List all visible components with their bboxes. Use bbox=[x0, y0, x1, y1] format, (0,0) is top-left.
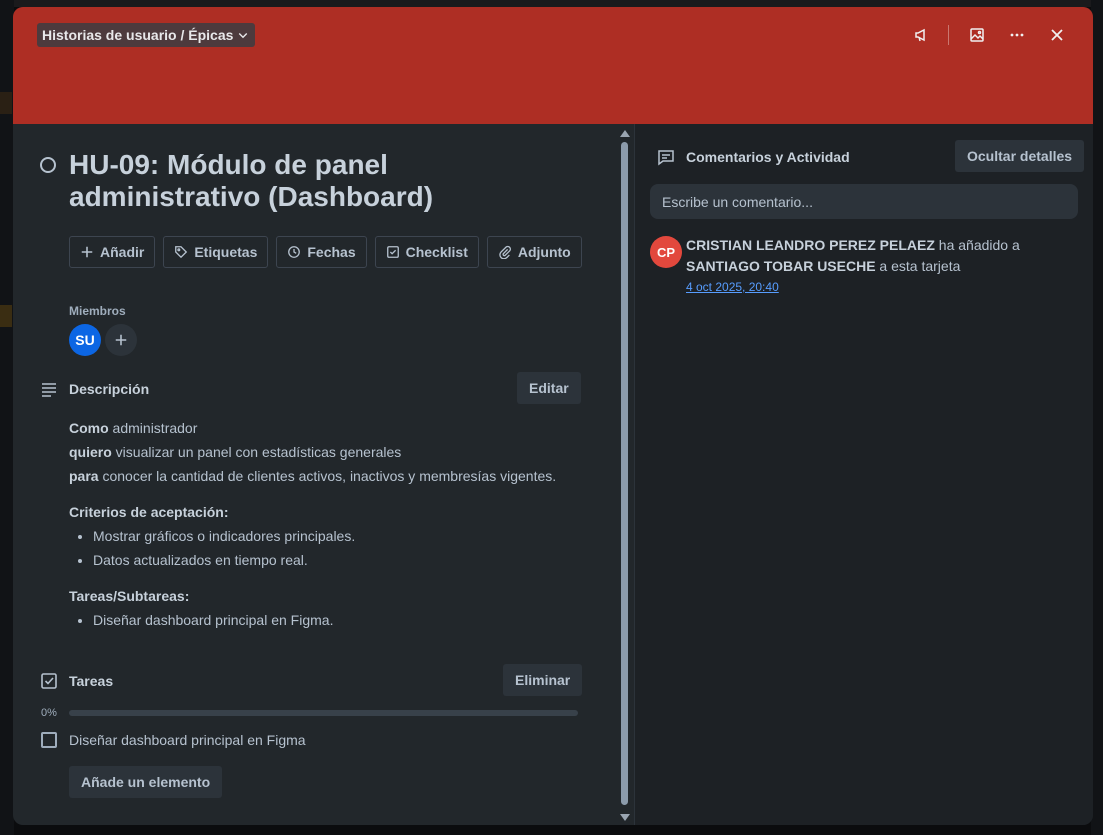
add-button[interactable]: Añadir bbox=[69, 236, 156, 268]
comment-icon bbox=[658, 150, 674, 166]
board-background-left bbox=[0, 0, 14, 835]
ellipsis-icon bbox=[1010, 33, 1024, 37]
card-action-row: Añadir Etiquetas Fechas Checklist Adjunt… bbox=[69, 236, 582, 268]
plus-icon bbox=[115, 334, 127, 346]
activity-target[interactable]: SANTIAGO TOBAR USECHE bbox=[686, 258, 876, 274]
desc-text: conocer la cantidad de clientes activos,… bbox=[98, 468, 557, 484]
board-chip bbox=[0, 305, 12, 327]
checkbox-icon bbox=[386, 246, 399, 258]
activity-pane bbox=[634, 124, 1093, 825]
cover-actions bbox=[900, 23, 1075, 47]
checklist-button[interactable]: Checklist bbox=[374, 236, 479, 268]
criteria-list: Mostrar gráficos o indicadores principal… bbox=[93, 524, 589, 572]
tag-icon bbox=[175, 246, 188, 259]
activity-actor[interactable]: CRISTIAN LEANDRO PEREZ PELAEZ bbox=[686, 237, 935, 253]
activity-title: Comentarios y Actividad bbox=[686, 149, 850, 165]
clock-icon bbox=[288, 246, 301, 258]
image-icon bbox=[970, 28, 984, 42]
description-title: Descripción bbox=[69, 381, 150, 397]
checklist-icon bbox=[41, 673, 57, 689]
desc-text: administrador bbox=[108, 420, 198, 436]
add-member-button[interactable] bbox=[105, 324, 137, 356]
attachment-button[interactable]: Adjunto bbox=[486, 236, 582, 268]
tasks-list: Diseñar dashboard principal en Figma. bbox=[93, 608, 589, 632]
desc-bold: para bbox=[69, 468, 99, 484]
scroll-down-icon[interactable] bbox=[620, 814, 630, 821]
criteria-title: Criterios de aceptación: bbox=[69, 504, 229, 520]
description-body[interactable]: Como administrador quiero visualizar un … bbox=[69, 416, 589, 644]
activity-suffix: a esta tarjeta bbox=[875, 258, 961, 274]
board-background-top bbox=[0, 0, 1103, 7]
activity-timestamp-link[interactable]: 4 oct 2025, 20:40 bbox=[686, 280, 779, 294]
members-label: Miembros bbox=[69, 304, 126, 318]
cover-button[interactable] bbox=[959, 23, 995, 47]
list-item: Datos actualizados en tiempo real. bbox=[93, 548, 589, 572]
checklist-progress-label: 0% bbox=[41, 707, 57, 719]
dates-button-label: Fechas bbox=[307, 244, 356, 260]
plus-icon bbox=[81, 246, 93, 258]
dates-button[interactable]: Fechas bbox=[276, 236, 367, 268]
avatar[interactable]: SU bbox=[69, 324, 101, 356]
scrollbar-thumb[interactable] bbox=[621, 142, 628, 805]
complete-toggle[interactable] bbox=[40, 157, 56, 173]
list-item: Mostrar gráficos o indicadores principal… bbox=[93, 524, 589, 548]
labels-button-label: Etiquetas bbox=[194, 244, 258, 260]
add-checklist-item-button[interactable]: Añade un elemento bbox=[69, 766, 223, 798]
list-item: Diseñar dashboard principal en Figma. bbox=[93, 608, 589, 632]
description-icon bbox=[42, 383, 56, 397]
checklist-item-label[interactable]: Diseñar dashboard principal en Figma bbox=[69, 732, 306, 748]
chevron-down-icon bbox=[239, 33, 248, 39]
activity-verb: ha añadido a bbox=[934, 237, 1020, 253]
left-pane-scrollbar[interactable] bbox=[617, 124, 633, 825]
card-cover: Historias de usuario / Épicas bbox=[13, 7, 1093, 124]
board-chip bbox=[0, 92, 12, 114]
watch-button[interactable] bbox=[904, 23, 940, 47]
card-title[interactable]: HU-09: Módulo de panel administrativo (D… bbox=[69, 149, 489, 213]
avatar[interactable]: CP bbox=[650, 236, 682, 268]
checklist-progress-bar bbox=[69, 710, 578, 716]
hide-details-button[interactable]: Ocultar detalles bbox=[955, 140, 1085, 172]
labels-button[interactable]: Etiquetas bbox=[163, 236, 269, 268]
tasks-title: Tareas/Subtareas: bbox=[69, 588, 190, 604]
comment-input[interactable] bbox=[650, 184, 1078, 219]
desc-text: visualizar un panel con estadísticas gen… bbox=[111, 444, 402, 460]
checklist-title: Tareas bbox=[69, 673, 114, 689]
checklist-button-label: Checklist bbox=[405, 244, 468, 260]
cover-actions-divider bbox=[948, 25, 949, 45]
desc-bold: quiero bbox=[69, 444, 112, 460]
list-name: Historias de usuario / Épicas bbox=[42, 27, 234, 43]
attachment-button-label: Adjunto bbox=[517, 244, 571, 260]
delete-checklist-button[interactable]: Eliminar bbox=[503, 664, 583, 696]
paperclip-icon bbox=[499, 245, 511, 259]
activity-entry: CRISTIAN LEANDRO PEREZ PELAEZ ha añadido… bbox=[686, 235, 1081, 277]
megaphone-icon bbox=[915, 28, 925, 42]
close-button[interactable] bbox=[1039, 23, 1075, 47]
add-button-label: Añadir bbox=[100, 244, 145, 260]
edit-description-button[interactable]: Editar bbox=[517, 372, 581, 404]
checklist-item-checkbox[interactable] bbox=[41, 732, 57, 748]
list-selector[interactable]: Historias de usuario / Épicas bbox=[37, 23, 256, 47]
desc-bold: Como bbox=[69, 420, 109, 436]
close-icon bbox=[1051, 29, 1063, 41]
scroll-up-icon[interactable] bbox=[620, 130, 630, 137]
checklist-item: Diseñar dashboard principal en Figma bbox=[41, 732, 306, 748]
more-actions-button[interactable] bbox=[999, 23, 1035, 47]
